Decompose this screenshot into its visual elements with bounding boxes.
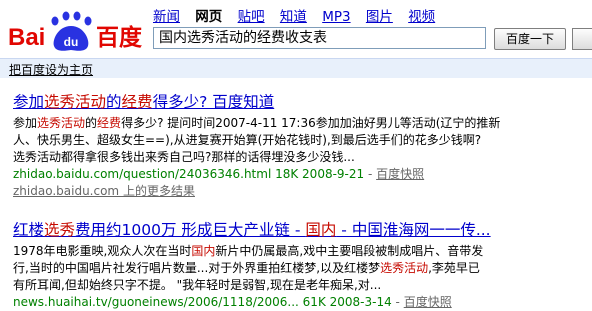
- baidu-logo-graphic: Bai du 百度: [8, 11, 143, 51]
- text-segment: 1978年电影重映,观众人次在当时: [13, 244, 192, 258]
- highlighted-keyword: 选秀活动: [44, 93, 107, 111]
- logo-text-bai: Bai: [8, 24, 45, 51]
- text-segment: 红楼: [13, 221, 45, 239]
- snippet-line: 人、快乐男生、超级女生==),从进复赛开始算(开始花钱时),到最后选手们的花多少…: [13, 133, 481, 147]
- snippet-line: 有所耳闻,但却始终只字不提。 "我年轻时是弱智,现在是老年痴呆,对...: [13, 278, 381, 292]
- text-segment: 的: [85, 116, 98, 130]
- cache-link[interactable]: 百度快照: [404, 295, 452, 309]
- nav-bar: 新闻 网页 贴吧 知道 MP3 图片 视频: [153, 5, 446, 25]
- search-input[interactable]: 国内选秀活动的经费收支表: [153, 27, 486, 49]
- more-results-link[interactable]: zhidao.baidu.com 上的更多结果: [13, 183, 588, 200]
- highlighted-keyword: 国内: [191, 244, 216, 258]
- set-homepage-link[interactable]: 把百度设为主页: [9, 61, 93, 78]
- text-segment: 人、快乐男生、超级女生==),从进复赛开始算(开始花钱时),到最后选手们的花多少…: [13, 133, 482, 147]
- cache-link[interactable]: 百度快照: [376, 167, 424, 181]
- search-button[interactable]: 百度一下: [494, 28, 566, 50]
- highlighted-keyword: 选秀: [44, 221, 76, 239]
- text-segment: ,李苑早已: [428, 261, 480, 275]
- text-segment: 参加: [13, 116, 38, 130]
- result-snippet: 1978年电影重映,观众人次在当时国内新片中仍属最高,戏中主要唱段被制成唱片、音…: [13, 243, 588, 294]
- text-segment: 费用约1000万 形成巨大产业链 -: [75, 221, 306, 239]
- search-button-secondary[interactable]: [572, 28, 592, 50]
- separator: -: [391, 295, 404, 309]
- text-segment: 的: [106, 93, 122, 111]
- text-segment: 得多少? 提问时间2007-4-11 17:36参加加油好男儿等活动(辽宁的推新: [121, 116, 501, 130]
- text-segment: 参加: [13, 93, 45, 111]
- baidu-logo[interactable]: Bai du 百度: [8, 7, 146, 53]
- snippet-line: 选秀活动都得拿很多钱出来秀自己吗?那样的话得埋没多少没钱...: [13, 150, 355, 164]
- result-snippet: 参加选秀活动的经费得多少? 提问时间2007-4-11 17:36参加加油好男儿…: [13, 115, 588, 166]
- highlighted-keyword: 经费: [121, 93, 153, 111]
- highlighted-keyword: 经费: [97, 116, 122, 130]
- nav-item-mp3[interactable]: MP3: [322, 9, 350, 25]
- text-segment: 得多少? 百度知道: [152, 93, 275, 111]
- nav-item-tieba[interactable]: 贴吧: [238, 9, 265, 25]
- text-segment: 新片中仍属最高,戏中主要唱段被制成唱片、音带发: [215, 244, 484, 258]
- nav-item-web[interactable]: 网页: [195, 9, 222, 25]
- highlighted-keyword: 选秀活动: [380, 261, 429, 275]
- nav-item-news[interactable]: 新闻: [153, 9, 180, 25]
- nav-item-video[interactable]: 视频: [408, 9, 435, 25]
- highlighted-keyword: 国内: [305, 221, 337, 239]
- search-result-1: 参加选秀活动的经费得多少? 百度知道 参加选秀活动的经费得多少? 提问时间200…: [13, 92, 588, 200]
- result-url-line: zhidao.baidu.com/question/24036346.html …: [13, 166, 588, 183]
- text-segment: - 中国淮海网一一传...: [336, 221, 491, 239]
- nav-item-images[interactable]: 图片: [366, 9, 393, 25]
- result-url: news.huaihai.tv/guoneinews/2006/1118/200…: [13, 295, 392, 309]
- logo-text-baidu-cn: 百度: [96, 24, 143, 51]
- snippet-line: 行,当时的中国唱片社发行唱片数量...对于外界重拍红楼梦,以及红楼梦选秀活动,李…: [13, 261, 480, 275]
- nav-item-zhidao[interactable]: 知道: [280, 9, 307, 25]
- result-url: zhidao.baidu.com/question/24036346.html …: [13, 167, 365, 181]
- separator: -: [364, 167, 377, 181]
- highlighted-keyword: 选秀活动: [37, 116, 86, 130]
- settings-bar: 把百度设为主页: [0, 58, 592, 78]
- snippet-line: 参加选秀活动的经费得多少? 提问时间2007-4-11 17:36参加加油好男儿…: [13, 116, 500, 130]
- text-segment: 选秀活动都得拿很多钱出来秀自己吗?那样的话得埋没多少没钱...: [13, 150, 355, 164]
- snippet-line: 1978年电影重映,观众人次在当时国内新片中仍属最高,戏中主要唱段被制成唱片、音…: [13, 244, 483, 258]
- logo-text-du: du: [64, 35, 79, 49]
- search-result-2: 红楼选秀费用约1000万 形成巨大产业链 - 国内 - 中国淮海网一一传... …: [13, 220, 588, 311]
- result-url-line: news.huaihai.tv/guoneinews/2006/1118/200…: [13, 294, 588, 311]
- result-title-link[interactable]: 红楼选秀费用约1000万 形成巨大产业链 - 国内 - 中国淮海网一一传...: [13, 220, 588, 240]
- text-segment: 行,当时的中国唱片社发行唱片数量...对于外界重拍红楼梦,以及红楼梦: [13, 261, 381, 275]
- text-segment: 有所耳闻,但却始终只字不提。 "我年轻时是弱智,现在是老年痴呆,对...: [13, 278, 382, 292]
- result-title-link[interactable]: 参加选秀活动的经费得多少? 百度知道: [13, 92, 588, 112]
